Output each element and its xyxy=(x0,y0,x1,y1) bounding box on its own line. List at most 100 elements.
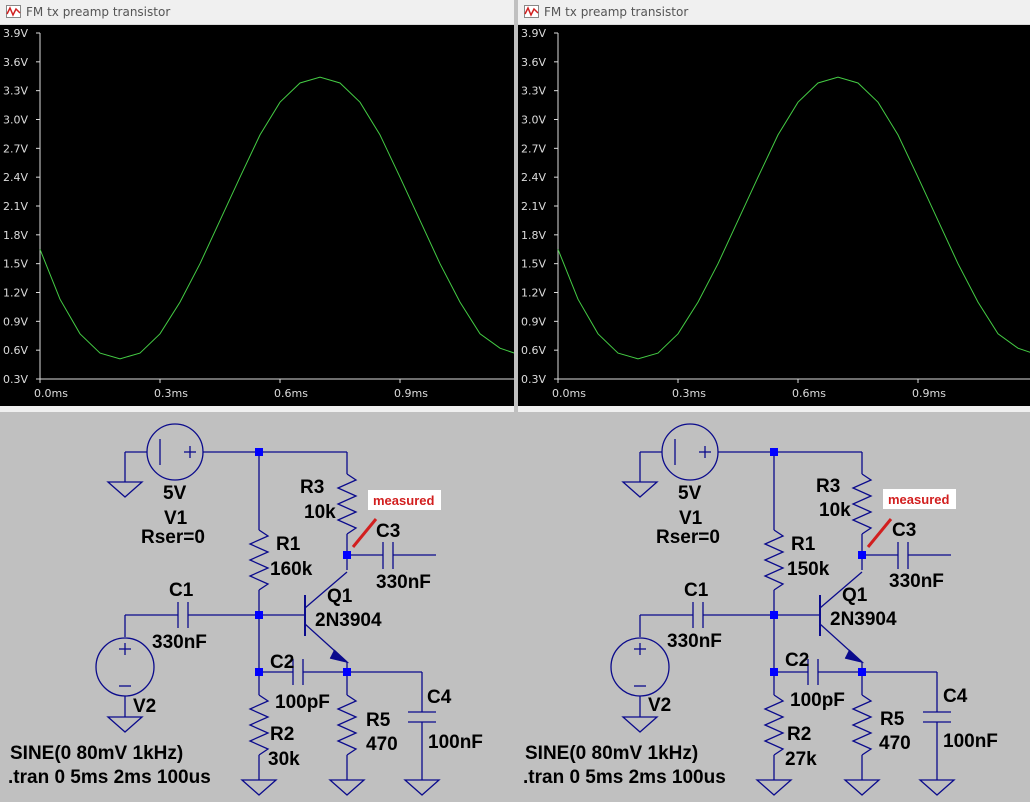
waveform-plot-svg[interactable]: 3.9V 3.6V 3.3V 3.0V 2.7V 2.4V 2.1V 1.8V 1.5V 1.2V… xyxy=(518,25,1030,406)
ground-c4 xyxy=(403,779,441,796)
ground-v2 xyxy=(621,716,659,733)
voltage-trace xyxy=(39,76,514,360)
ground-r5 xyxy=(843,779,881,796)
waveform-window-right[interactable]: FM tx preamp transistor 3.9V 3.6V 3.3V 3.0V… xyxy=(518,0,1030,412)
node-dot xyxy=(343,551,351,559)
waveform-window-left[interactable]: FM tx preamp transistor 3.9V 3.6V 3.3V 3.0V… xyxy=(0,0,514,412)
r3-symbol xyxy=(851,473,873,535)
c2-name: C2 xyxy=(785,650,809,671)
r3-value: 10k xyxy=(819,500,851,521)
y-tick-label: 2.7V xyxy=(521,142,546,155)
y-tick-label: 3.3V xyxy=(3,85,28,98)
ground-v1 xyxy=(106,481,144,498)
r2-symbol xyxy=(763,694,785,756)
c4-value: 100nF xyxy=(428,732,483,753)
r1-value: 150k xyxy=(787,559,830,580)
y-tick-label: 1.8V xyxy=(3,229,28,242)
r5-name: R5 xyxy=(880,709,905,730)
node-dot xyxy=(858,551,866,559)
ground-r2 xyxy=(240,779,278,796)
waveform-plot[interactable]: 3.9V 3.6V 3.3V 3.0V 2.7V 2.4V 2.1V 1.8V 1.5V 1.2V… xyxy=(518,25,1030,406)
c2-value: 100pF xyxy=(790,690,845,711)
x-tick-label: 0.6ms xyxy=(274,387,308,400)
waveform-title-bar[interactable]: FM tx preamp transistor xyxy=(518,0,1030,25)
r1-symbol xyxy=(248,529,270,591)
y-tick-label: 3.0V xyxy=(521,114,546,127)
v2-name: V2 xyxy=(133,696,156,717)
x-tick-label: 0.6ms xyxy=(792,387,826,400)
node-dot xyxy=(255,668,263,676)
x-tick-label: 0.9ms xyxy=(912,387,946,400)
ground-v2 xyxy=(106,716,144,733)
waveform-title-bar[interactable]: FM tx preamp transistor xyxy=(0,0,514,25)
r1-symbol xyxy=(763,529,785,591)
y-tick-label: 0.3V xyxy=(521,373,546,386)
y-tick-label: 2.4V xyxy=(3,171,28,184)
v1-rser: Rser=0 xyxy=(656,527,720,548)
y-tick-label: 1.5V xyxy=(521,258,546,271)
y-tick-label: 3.6V xyxy=(521,56,546,69)
c3-name: C3 xyxy=(892,520,916,541)
sine-directive[interactable]: SINE(0 80mV 1kHz) xyxy=(525,743,698,764)
q1-name: Q1 xyxy=(327,586,353,607)
measured-label: measured xyxy=(888,492,949,507)
r2-name: R2 xyxy=(270,724,294,745)
ground-c4 xyxy=(918,779,956,796)
y-tick-label: 0.6V xyxy=(3,344,28,357)
schematic-canvas[interactable]: measured 5V V1 Rser=0 R1 160k R2 30k R3 … xyxy=(0,412,515,797)
r2-name: R2 xyxy=(787,724,811,745)
y-tick-label: 2.1V xyxy=(521,200,546,213)
schematic-left[interactable]: measured 5V V1 Rser=0 R1 160k R2 30k R3 … xyxy=(0,412,515,797)
v2-name: V2 xyxy=(648,695,671,716)
tran-directive[interactable]: .tran 0 5ms 2ms 100us xyxy=(8,767,211,788)
y-tick-label: 1.5V xyxy=(3,258,28,271)
sine-directive[interactable]: SINE(0 80mV 1kHz) xyxy=(10,743,183,764)
waveform-plot[interactable]: 3.9V 3.6V 3.3V 3.0V 2.7V 2.4V 2.1V 1.8V 1.5V 1.2V… xyxy=(0,25,514,406)
v1-name: V1 xyxy=(164,508,188,529)
v1-name: V1 xyxy=(679,508,703,529)
y-tick-label: 0.3V xyxy=(3,373,28,386)
c3-value: 330nF xyxy=(889,571,944,592)
q1-model: 2N3904 xyxy=(830,609,897,630)
c2-name: C2 xyxy=(270,652,294,673)
node-dot xyxy=(858,668,866,676)
y-tick-label: 3.9V xyxy=(3,27,28,40)
q1-name: Q1 xyxy=(842,585,868,606)
c2-value: 100pF xyxy=(275,692,330,713)
x-tick-label: 0.0ms xyxy=(552,387,586,400)
measured-label: measured xyxy=(373,493,434,508)
y-tick-label: 3.9V xyxy=(521,27,546,40)
waveform-plot-svg[interactable]: 3.9V 3.6V 3.3V 3.0V 2.7V 2.4V 2.1V 1.8V 1.5V 1.2V… xyxy=(0,25,514,406)
node-dot xyxy=(255,611,263,619)
x-tick-label: 0.0ms xyxy=(34,387,68,400)
ground-r5 xyxy=(328,779,366,796)
x-tick-label: 0.9ms xyxy=(394,387,428,400)
voltage-trace xyxy=(557,76,1030,360)
r5-symbol xyxy=(336,694,358,756)
node-dot xyxy=(343,668,351,676)
y-tick-label: 1.8V xyxy=(521,229,546,242)
probe-marker xyxy=(866,518,893,548)
r5-name: R5 xyxy=(366,710,391,731)
r1-name: R1 xyxy=(276,534,301,555)
r3-name: R3 xyxy=(300,477,324,498)
q1-model: 2N3904 xyxy=(315,610,382,631)
c1-value: 330nF xyxy=(667,631,722,652)
schematic-canvas[interactable]: measured 5V V1 Rser=0 R1 150k R2 27k R3 … xyxy=(515,412,1030,797)
node-dot xyxy=(770,448,778,456)
y-tick-label: 0.9V xyxy=(3,315,28,328)
waveform-app-icon xyxy=(6,5,21,18)
y-tick-label: 1.2V xyxy=(521,287,546,300)
c1-value: 330nF xyxy=(152,632,207,653)
node-dot xyxy=(255,448,263,456)
y-tick-label: 3.6V xyxy=(3,56,28,69)
r2-value: 27k xyxy=(785,749,817,770)
r5-value: 470 xyxy=(366,734,398,755)
r2-symbol xyxy=(248,694,270,756)
x-tick-label: 0.3ms xyxy=(672,387,706,400)
v1-rser: Rser=0 xyxy=(141,527,205,548)
schematic-right[interactable]: measured 5V V1 Rser=0 R1 150k R2 27k R3 … xyxy=(515,412,1030,797)
tran-directive[interactable]: .tran 0 5ms 2ms 100us xyxy=(523,767,726,788)
r5-symbol xyxy=(851,694,873,756)
ground-v1 xyxy=(621,481,659,498)
